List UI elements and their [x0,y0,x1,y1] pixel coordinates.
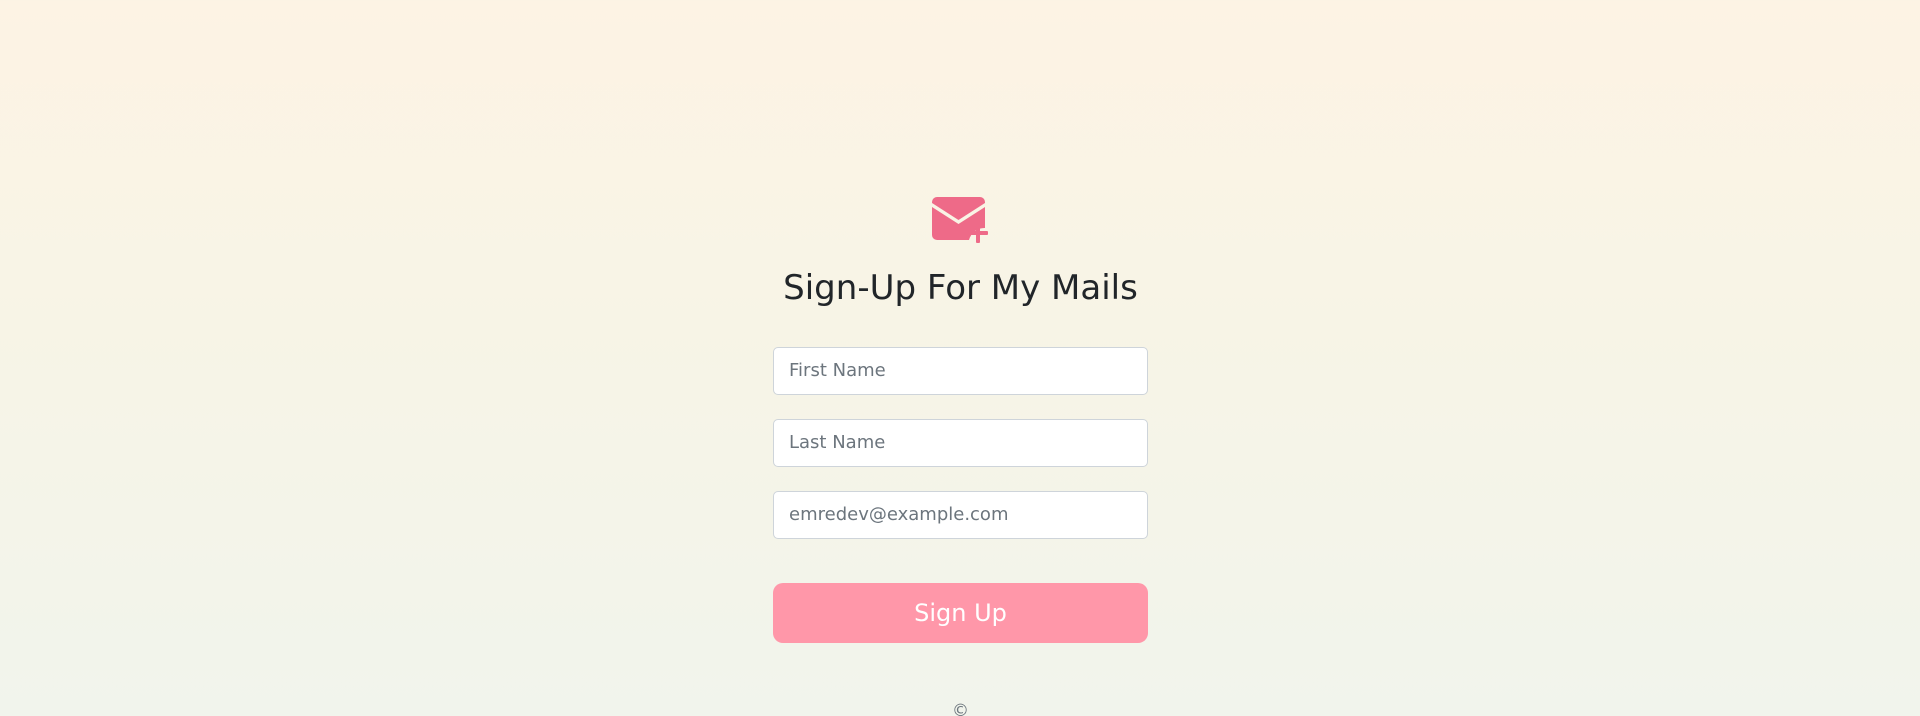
sign-up-button[interactable]: Sign Up [773,582,1148,643]
email-field[interactable] [773,490,1148,539]
footer-text: © [952,700,969,716]
envelope-plus-icon [931,197,988,243]
signup-form: Sign-Up For My Mails Sign Up © [773,196,1148,716]
last-name-field[interactable] [773,418,1148,467]
first-name-field[interactable] [773,346,1148,395]
signup-page: Sign-Up For My Mails Sign Up © [0,0,1920,716]
page-title: Sign-Up For My Mails [783,268,1138,308]
